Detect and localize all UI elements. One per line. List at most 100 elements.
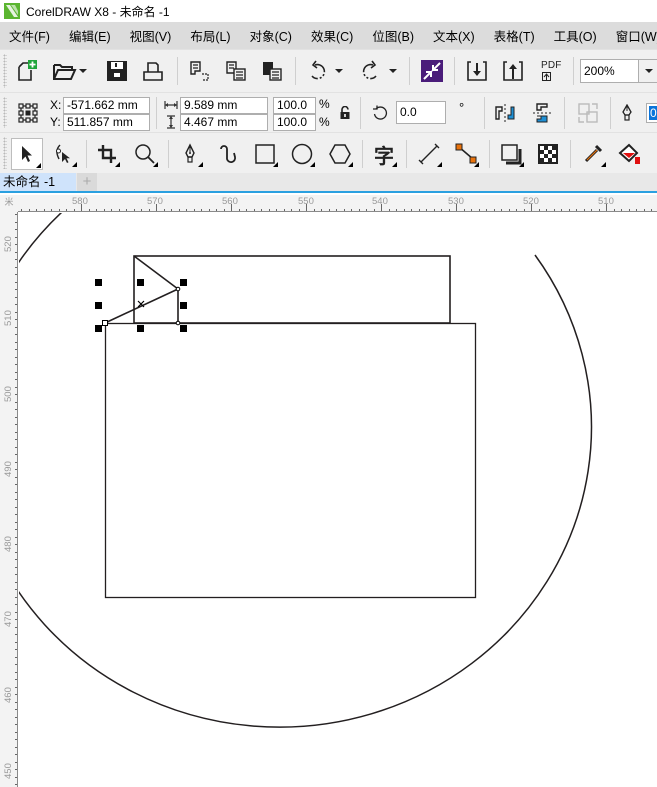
toolbar-grip[interactable] [3,54,7,88]
selection-handle[interactable] [180,325,187,332]
copy-button[interactable] [222,57,250,85]
undo-dropdown[interactable] [332,57,346,85]
artistic-media-tool[interactable] [214,140,242,168]
add-tab-button[interactable]: + [77,173,97,191]
menu-edit[interactable]: 编辑(E) [60,26,111,45]
selection-handle[interactable] [137,325,144,332]
ruler-tick [493,209,495,211]
text-tool[interactable]: 字 [370,140,398,168]
selection-handle[interactable] [137,279,144,286]
drop-shadow-tool[interactable] [497,140,525,168]
drawing-canvas[interactable] [19,213,657,787]
open-dropdown[interactable] [76,57,90,85]
document-tab[interactable]: 未命名 -1 [0,173,76,191]
ruler-tick [261,209,262,211]
top-rectangle[interactable] [133,255,451,324]
menu-table[interactable]: 表格(T) [485,26,535,45]
scale-x-percent: % [319,97,330,111]
new-document-button[interactable] [12,57,40,85]
menu-object[interactable]: 对象(C) [241,26,292,45]
outline-pen-button[interactable] [617,99,637,127]
parallel-dimension-tool[interactable] [415,140,443,168]
print-button[interactable] [139,57,167,85]
horizontal-ruler[interactable]: 580 570 560 550 540 530 520 510 [18,195,657,212]
flyout-indicator [153,162,158,167]
ruler-tick [15,634,17,635]
import-to-clipboard-button[interactable] [186,57,214,85]
ruler-tick [15,754,17,755]
paste-button[interactable] [258,57,286,85]
selection-handle[interactable] [180,302,187,309]
rotation-angle-field[interactable]: 0.0 [396,101,446,124]
y-position-field[interactable]: 511.857 mm [63,114,150,131]
selection-handle[interactable] [180,279,187,286]
menu-view[interactable]: 视图(V) [121,26,172,45]
height-field[interactable]: 4.467 mm [180,114,268,131]
ruler-tick [546,209,547,211]
ruler-tick [15,386,17,388]
zoom-level-combo[interactable]: 200% [580,59,657,83]
selected-triangle-shape[interactable] [104,255,179,324]
size-to-object-button[interactable] [574,99,602,127]
connector-tool[interactable] [452,140,480,168]
ruler-label: 580 [72,196,88,207]
ruler-tick [15,716,17,718]
ellipse-tool[interactable] [288,140,316,168]
transparency-tool[interactable] [534,140,562,168]
save-button[interactable] [103,57,131,85]
mirror-horizontal-button[interactable] [491,99,519,127]
selection-handle[interactable] [95,325,102,332]
outline-width-field[interactable]: 0 [646,103,657,123]
node-marker[interactable] [175,320,181,326]
ruler-origin[interactable]: 米 [0,195,18,212]
open-button[interactable] [50,57,78,85]
ruler-tick [15,341,17,343]
interactive-fill-tool[interactable] [616,140,644,168]
publish-pdf-button[interactable]: PDF [536,57,564,85]
lock-ratio-button[interactable] [331,99,359,127]
crop-tool[interactable] [93,140,121,168]
large-rectangle[interactable] [104,322,477,599]
menu-text[interactable]: 文本(X) [424,26,475,45]
scale-x-field[interactable]: 100.0 [273,97,316,114]
flyout-indicator [348,162,353,167]
zoom-dropdown[interactable] [638,59,657,83]
ruler-tick [613,209,615,211]
import-button[interactable] [463,57,491,85]
rectangle-tool[interactable] [251,140,279,168]
freehand-tool[interactable] [176,140,204,168]
toolbar-grip[interactable] [3,137,7,169]
menu-file[interactable]: 文件(F) [0,26,50,45]
node-marker[interactable] [175,286,181,292]
redo-dropdown[interactable] [386,57,400,85]
menu-tools[interactable]: 工具(O) [545,26,597,45]
redo-button[interactable] [356,57,384,85]
search-content-button[interactable] [418,57,446,85]
outline-width-value: 0 [649,106,657,120]
menu-window[interactable]: 窗口(W) [607,26,657,45]
shape-tool[interactable] [50,140,78,168]
zoom-tool[interactable] [131,140,159,168]
mirror-vertical-button[interactable] [528,99,556,127]
chevron-down-icon [389,68,397,73]
object-origin-button[interactable] [14,99,42,127]
pick-tool[interactable] [11,138,43,170]
menu-layout[interactable]: 布局(L) [181,26,230,45]
scale-y-field[interactable]: 100.0 [273,114,316,131]
export-button[interactable] [499,57,527,85]
x-position-field[interactable]: -571.662 mm [63,97,150,114]
eyedropper-tool[interactable] [579,140,607,168]
width-field[interactable]: 9.589 mm [180,97,268,114]
polygon-tool[interactable] [326,140,354,168]
undo-button[interactable] [304,57,332,85]
menu-bitmaps[interactable]: 位图(B) [363,26,414,45]
ruler-tick [15,281,17,283]
menu-effects[interactable]: 效果(C) [302,26,353,45]
vertical-ruler[interactable]: 520 510 500 490 480 470 460 450 [0,212,18,787]
toolbar-grip[interactable] [3,97,7,128]
selection-handle[interactable] [95,279,102,286]
node-marker[interactable] [102,320,108,326]
toolbar-separator [156,97,157,129]
selection-handle[interactable] [95,302,102,309]
curve-squiggle-icon [220,145,236,163]
